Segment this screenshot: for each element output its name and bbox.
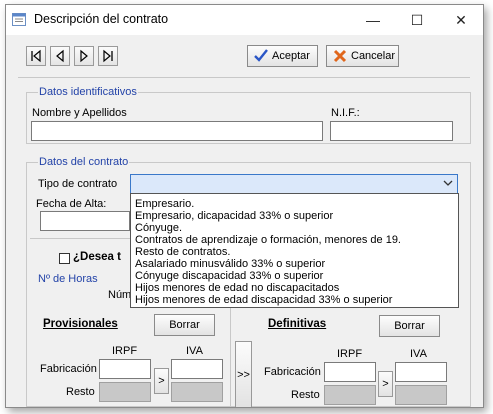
tipo-option[interactable]: Resto de contratos. — [135, 246, 230, 258]
provisionales-iva-label: IVA — [186, 345, 203, 357]
definitivas-copy-button[interactable]: > — [378, 371, 393, 397]
cross-icon — [333, 49, 347, 63]
title-bar[interactable]: Descripción del contrato — ☐ ✕ — [6, 5, 483, 35]
tipo-option[interactable]: Hijos menores de edad discapacidad 33% o… — [135, 294, 392, 306]
contract-group-title: Datos del contrato — [38, 156, 130, 168]
accept-label: Aceptar — [272, 50, 310, 62]
desea-checkbox[interactable] — [59, 253, 70, 264]
horas-label: Nº de Horas — [38, 273, 98, 285]
window-title: Descripción del contrato — [34, 12, 169, 26]
cancel-button[interactable]: Cancelar — [326, 45, 399, 67]
cancel-label: Cancelar — [351, 50, 396, 62]
column-separator — [230, 307, 231, 407]
transfer-button[interactable]: >> — [235, 341, 252, 407]
previous-record-icon — [56, 49, 64, 63]
provisionales-irpf-label: IRPF — [112, 345, 138, 357]
first-record-icon — [31, 49, 41, 63]
tipo-contrato-dropdown: Empresario. Empresario, dicapacidad 33% … — [130, 193, 459, 308]
provisionales-resto-label: Resto — [66, 386, 95, 398]
accept-button[interactable]: Aceptar — [247, 45, 318, 67]
dialog-window: Descripción del contrato — ☐ ✕ Aceptar C… — [5, 4, 484, 408]
dialog-body: Aceptar Cancelar Datos identificativos N… — [6, 35, 483, 407]
toolbar-separator — [18, 77, 470, 78]
numero-label: Núm — [108, 289, 132, 301]
definitivas-resto-irpf-input — [324, 385, 376, 405]
app-icon — [12, 13, 26, 26]
definitivas-fabricacion-label: Fabricación — [264, 366, 321, 378]
desea-label: ¿Desea t — [73, 251, 121, 263]
provisionales-title: Provisionales — [43, 318, 118, 330]
tipo-option[interactable]: Contratos de aprendizaje o formación, me… — [135, 234, 401, 246]
close-button[interactable]: ✕ — [439, 5, 483, 35]
next-record-icon — [80, 49, 88, 63]
toolbar: Aceptar Cancelar — [6, 35, 483, 75]
definitivas-resto-iva-input — [395, 385, 447, 405]
maximize-button[interactable]: ☐ — [395, 5, 439, 35]
last-record-icon — [103, 49, 113, 63]
tipo-option[interactable]: Empresario. — [135, 198, 194, 210]
checkmark-icon — [254, 49, 268, 62]
previous-record-button[interactable] — [50, 46, 70, 66]
provisionales-fabricacion-label: Fabricación — [40, 363, 97, 375]
provisionales-fabricacion-iva-input[interactable] — [171, 359, 223, 379]
definitivas-resto-label: Resto — [291, 389, 320, 401]
definitivas-fabricacion-irpf-input[interactable] — [324, 362, 376, 382]
next-record-button[interactable] — [74, 46, 94, 66]
tipo-option[interactable]: Cónyuge discapacidad 33% o superior — [135, 270, 323, 282]
provisionales-resto-iva-input — [171, 382, 223, 402]
provisionales-borrar-button[interactable]: Borrar — [154, 314, 215, 336]
fecha-alta-input[interactable] — [40, 211, 130, 231]
last-record-button[interactable] — [98, 46, 118, 66]
tipo-option[interactable]: Cónyuge. — [135, 222, 182, 234]
nif-input[interactable] — [330, 121, 453, 141]
provisionales-resto-irpf-input — [99, 382, 151, 402]
first-record-button[interactable] — [26, 46, 46, 66]
definitivas-irpf-label: IRPF — [337, 348, 363, 360]
tipo-option[interactable]: Empresario, dicapacidad 33% o superior — [135, 210, 333, 222]
fecha-alta-label: Fecha de Alta: — [36, 198, 107, 210]
nif-label: N.I.F.: — [331, 107, 360, 119]
tipo-option[interactable]: Hijos menores de edad no discapacitados — [135, 282, 339, 294]
definitivas-iva-label: IVA — [410, 348, 427, 360]
tipo-contrato-select[interactable] — [130, 174, 458, 194]
chevron-down-icon — [443, 180, 453, 186]
identification-group-title: Datos identificativos — [38, 86, 138, 98]
definitivas-borrar-button[interactable]: Borrar — [379, 315, 440, 337]
definitivas-fabricacion-iva-input[interactable] — [395, 362, 447, 382]
contract-separator — [30, 238, 130, 239]
tipo-option[interactable]: Asalariado minusválido 33% o superior — [135, 258, 325, 270]
nombre-input[interactable] — [31, 121, 323, 141]
provisionales-copy-button[interactable]: > — [154, 368, 169, 394]
definitivas-title: Definitivas — [268, 318, 327, 330]
tipo-contrato-label: Tipo de contrato — [38, 178, 118, 190]
provisionales-fabricacion-irpf-input[interactable] — [99, 359, 151, 379]
nombre-label: Nombre y Apellidos — [32, 107, 127, 119]
minimize-button[interactable]: — — [351, 5, 395, 35]
